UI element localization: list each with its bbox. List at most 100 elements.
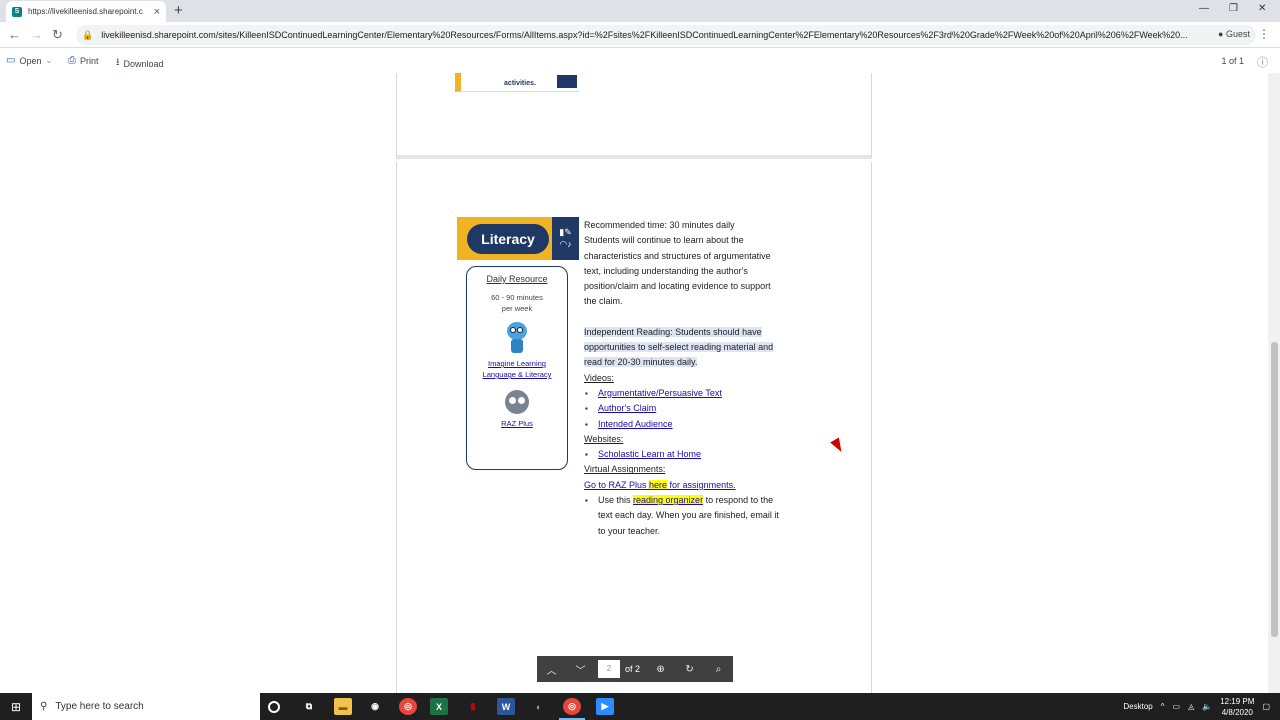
- system-tray: Desktop ^ ▭ ◬ 🔈 12:19 PM 4/8/2020 ▢: [1123, 693, 1280, 720]
- banner-snippet: activities.: [504, 80, 536, 87]
- list-item: Argumentative/Persuasive Text: [585, 386, 806, 402]
- next-page-icon[interactable]: ﹀: [566, 662, 595, 677]
- info-icon[interactable]: ⓘ: [1257, 54, 1268, 70]
- description-line: text, including understanding the author…: [584, 265, 748, 276]
- daily-resource-box: Daily Resource 60 - 90 minutes per week …: [466, 266, 568, 470]
- video-link-authors-claim[interactable]: Author's Claim: [598, 403, 656, 413]
- app-icon[interactable]: ▮: [464, 698, 482, 715]
- app-icon-2[interactable]: ◐: [530, 698, 548, 715]
- video-link-intended-audience[interactable]: Intended Audience: [598, 419, 673, 429]
- network-icon[interactable]: ▭: [1173, 702, 1181, 711]
- resource-frequency: 60 - 90 minutes per week: [467, 292, 567, 314]
- download-button[interactable]: ⭳ Download: [116, 55, 164, 72]
- task-before: Use this: [598, 495, 634, 506]
- profile-button[interactable]: ● Guest: [1218, 29, 1250, 39]
- page-number-input[interactable]: 2: [598, 660, 620, 678]
- websites-list: Scholastic Learn at Home: [584, 447, 806, 463]
- notifications-icon[interactable]: ▢: [1262, 702, 1270, 711]
- desktop-label[interactable]: Desktop: [1123, 702, 1152, 711]
- raz-plus-robot-icon: [505, 390, 529, 414]
- browser-tab[interactable]: S https://livekilleenisd.sharepoint.c ×: [6, 1, 166, 22]
- imagine-line-1: Imagine Learning: [488, 359, 546, 368]
- task-line-2: text each day. When you are finished, em…: [598, 510, 779, 521]
- taskbar-search-box[interactable]: ⚲ Type here to search: [32, 693, 260, 720]
- list-item: Author's Claim: [585, 401, 806, 417]
- activities-banner: activities.: [455, 73, 579, 92]
- back-icon[interactable]: ←: [8, 27, 21, 42]
- task-after: to respond to the: [703, 495, 774, 506]
- cortana-icon[interactable]: [268, 701, 280, 713]
- websites-heading: Websites:: [584, 433, 624, 444]
- virtual-assignments-heading: Virtual Assignments:: [584, 464, 666, 475]
- profile-icon: ●: [1218, 29, 1224, 39]
- chrome-icon[interactable]: ◎: [399, 698, 417, 715]
- document-page-2: Literacy ▮✎ ◠♪ Daily Resource 60 - 90 mi…: [396, 162, 872, 693]
- scrollbar-thumb[interactable]: [1271, 342, 1278, 637]
- independent-reading-line: opportunities to self-select reading mat…: [584, 342, 774, 353]
- zoom-app-icon[interactable]: ▶: [596, 698, 614, 715]
- chevron-up-icon[interactable]: ^: [1161, 702, 1165, 711]
- independent-reading-line: Independent Reading: Students should hav…: [584, 326, 762, 337]
- document-toolbar: ▭ Open ⌄ ⎙ Print ⭳ Download 1 of 1 ⓘ: [0, 49, 1280, 73]
- independent-reading-line: read for 20-30 minutes daily.: [584, 357, 698, 368]
- print-label: Print: [80, 55, 99, 66]
- literacy-banner: Literacy ▮✎ ◠♪: [457, 217, 579, 260]
- print-button[interactable]: ⎙ Print: [68, 55, 99, 66]
- rotate-icon[interactable]: ↻: [675, 664, 704, 675]
- open-button[interactable]: ▭ Open ⌄: [6, 55, 52, 66]
- url-text: livekilleenisd.sharepoint.com/sites/Kill…: [101, 30, 1188, 40]
- windows-start-icon[interactable]: ⊞: [0, 693, 32, 720]
- headphones-icon: ◠♪: [559, 239, 572, 249]
- tab-title: https://livekilleenisd.sharepoint.c: [28, 7, 143, 16]
- website-link-scholastic[interactable]: Scholastic Learn at Home: [598, 449, 701, 459]
- word-icon[interactable]: W: [497, 698, 515, 715]
- windows-taskbar: ⊞ ⚲ Type here to search ⧉ ▬ ◉ ◎ X ▮ W ◐ …: [0, 693, 1280, 720]
- chrome-active-icon[interactable]: ◎: [559, 698, 585, 720]
- imagine-learning-robot-icon: [504, 322, 530, 356]
- task-view-icon[interactable]: ⧉: [300, 698, 318, 715]
- address-bar-row: ← → ↻ 🔒 livekilleenisd.sharepoint.com/si…: [0, 22, 1280, 48]
- imagine-learning-link[interactable]: Imagine Learning Language & Literacy: [467, 358, 567, 380]
- file-explorer-icon[interactable]: ▬: [334, 698, 352, 715]
- close-tab-icon[interactable]: ×: [154, 6, 160, 18]
- search-icon[interactable]: ⌕: [704, 664, 733, 675]
- steam-icon[interactable]: ◉: [366, 698, 384, 715]
- profile-label: Guest: [1225, 29, 1250, 39]
- browser-tab-bar: S https://livekilleenisd.sharepoint.c × …: [0, 0, 1280, 22]
- videos-list: Argumentative/Persuasive Text Author's C…: [584, 386, 806, 432]
- previous-page-icon[interactable]: ︿: [537, 662, 566, 677]
- imagine-line-2: Language & Literacy: [482, 370, 552, 379]
- url-field[interactable]: 🔒 livekilleenisd.sharepoint.com/sites/Ki…: [76, 25, 1256, 45]
- recommended-time: Recommended time: 30 minutes daily: [584, 220, 735, 230]
- restore-icon[interactable]: ❐: [1229, 3, 1238, 14]
- virtual-list: Use this reading organizer to respond to…: [584, 493, 806, 539]
- clock[interactable]: 12:19 PM 4/8/2020: [1220, 696, 1254, 718]
- raz-plus-link[interactable]: RAZ Plus: [467, 418, 567, 429]
- close-window-icon[interactable]: ✕: [1258, 3, 1266, 14]
- minimize-icon[interactable]: —: [1199, 3, 1209, 14]
- excel-icon[interactable]: X: [430, 698, 448, 715]
- page-total: of 2: [625, 664, 641, 674]
- reload-icon[interactable]: ↻: [52, 27, 63, 43]
- volume-icon[interactable]: 🔈: [1202, 702, 1212, 711]
- zoom-in-icon[interactable]: ⊕: [646, 664, 675, 675]
- description-line: characteristics and structures of argume…: [584, 250, 771, 261]
- raz-link-after: for assignments.: [667, 479, 736, 490]
- wifi-icon[interactable]: ◬: [1188, 702, 1194, 711]
- raz-assignment-link[interactable]: Go to RAZ Plus here for assignments.: [584, 479, 736, 490]
- resource-title: Daily Resource: [486, 274, 548, 284]
- video-link-argumentative[interactable]: Argumentative/Persuasive Text: [598, 388, 722, 398]
- reading-organizer-link[interactable]: reading organizer: [633, 495, 704, 506]
- print-icon: ⎙: [68, 55, 76, 66]
- lock-icon: 🔒: [82, 29, 94, 40]
- page-count: 1 of 1: [1221, 56, 1244, 66]
- literacy-label: Literacy: [467, 224, 549, 254]
- raz-link-before: Go to RAZ Plus: [584, 479, 650, 490]
- literacy-icons: ▮✎ ◠♪: [552, 217, 579, 260]
- videos-heading: Videos:: [584, 372, 614, 383]
- new-tab-icon[interactable]: +: [174, 2, 183, 19]
- open-label: Open: [19, 55, 42, 66]
- forward-icon[interactable]: →: [30, 27, 43, 42]
- description-line: position/claim and locating evidence to …: [584, 281, 771, 292]
- browser-menu-icon[interactable]: ⋮: [1258, 27, 1270, 41]
